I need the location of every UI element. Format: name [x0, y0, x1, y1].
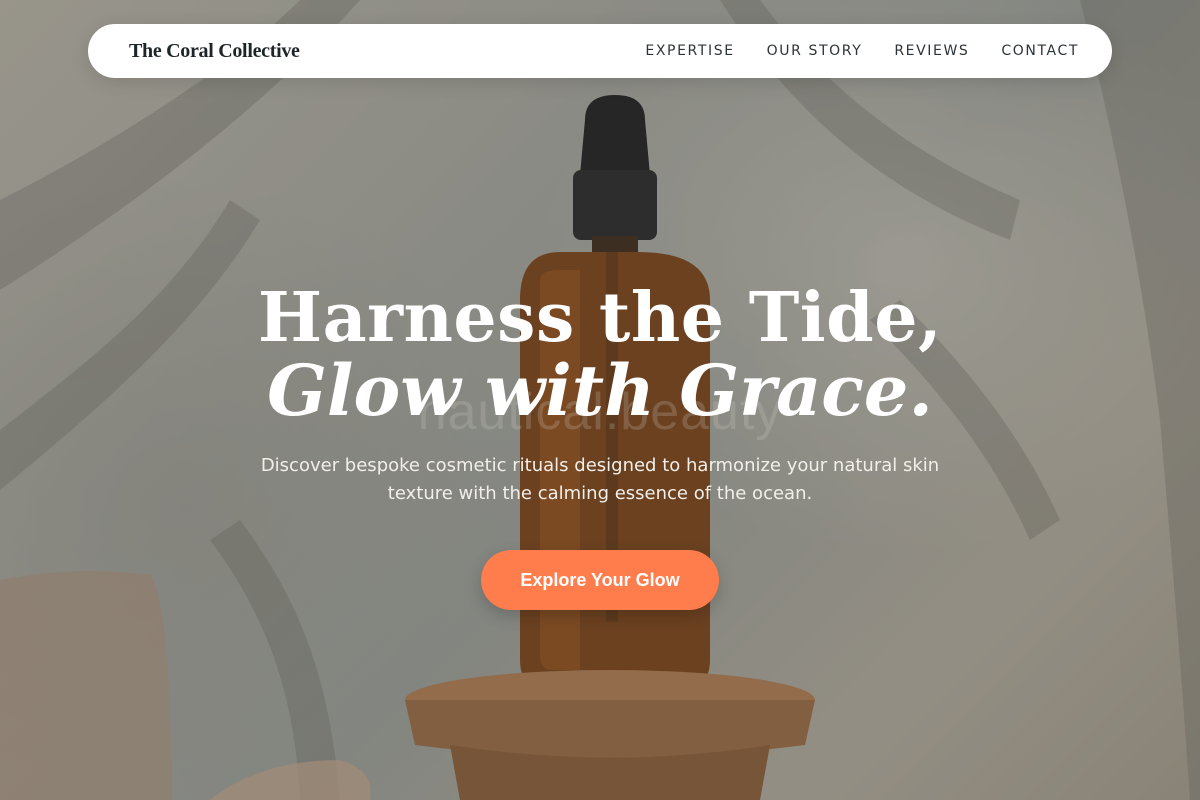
nav-link-expertise[interactable]: EXPERTISE — [645, 43, 734, 59]
nav-links: EXPERTISE OUR STORY REVIEWS CONTACT — [645, 43, 1079, 59]
nav-link-contact[interactable]: CONTACT — [1001, 43, 1079, 59]
hero-headline-line1: Harness the Tide, — [257, 278, 943, 358]
hero-section: Harness the Tide, Glow with Grace. Disco… — [0, 278, 1200, 610]
hero-headline-line2: Glow with Grace. — [267, 349, 933, 432]
top-navbar: The Coral Collective EXPERTISE OUR STORY… — [88, 24, 1112, 78]
nav-link-reviews[interactable]: REVIEWS — [894, 43, 969, 59]
nav-link-our-story[interactable]: OUR STORY — [767, 43, 863, 59]
brand-logo[interactable]: The Coral Collective — [129, 40, 300, 63]
explore-your-glow-button[interactable]: Explore Your Glow — [481, 550, 719, 610]
hero-subtext: Discover bespoke cosmetic rituals design… — [260, 455, 940, 504]
